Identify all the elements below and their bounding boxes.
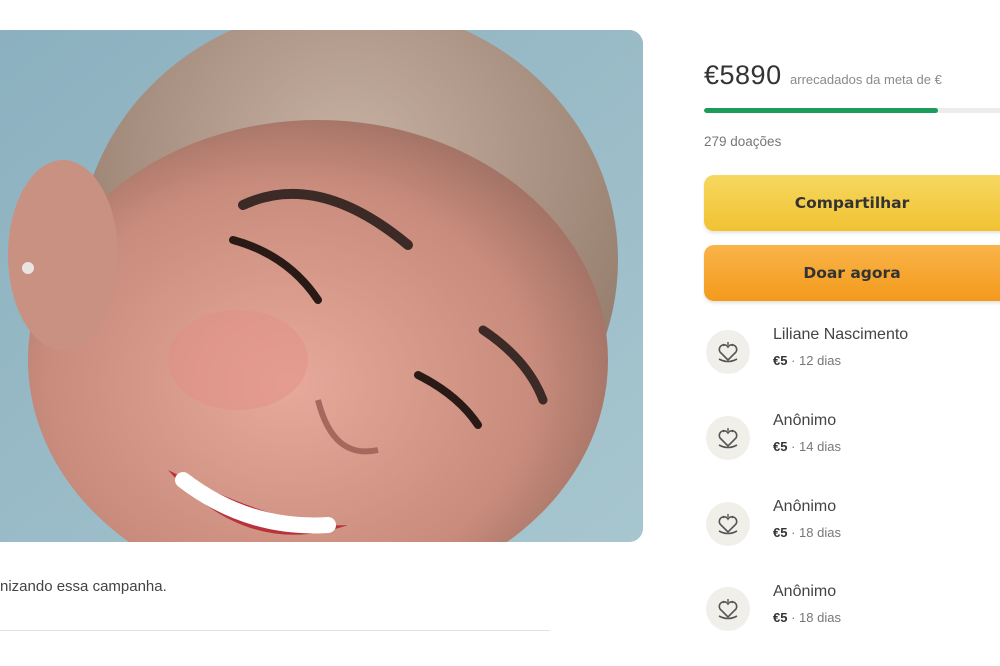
- donor-name: Liliane Nascimento: [773, 326, 909, 343]
- share-button[interactable]: Compartilhar: [704, 175, 1000, 231]
- campaign-photo: [0, 30, 643, 542]
- donor-amount: €5: [773, 525, 788, 540]
- donor-name: Anônimo: [773, 583, 837, 600]
- donor-meta: €5 · 14 dias: [773, 439, 841, 454]
- donor-item: Anônimo €5 · 18 dias: [704, 583, 1000, 647]
- donation-heart-icon: [706, 330, 750, 374]
- donation-heart-icon: [706, 502, 750, 546]
- donor-meta: €5 · 12 dias: [773, 353, 841, 368]
- amount-raised: €5890: [704, 60, 782, 90]
- donor-item: Anônimo €5 · 14 dias: [704, 412, 1000, 476]
- donation-heart-icon: [706, 587, 750, 631]
- divider: [0, 630, 550, 631]
- donor-time: · 12 dias: [787, 353, 841, 368]
- donate-button[interactable]: Doar agora: [704, 245, 1000, 301]
- donor-time: · 18 dias: [787, 610, 841, 625]
- donor-name: Anônimo: [773, 498, 837, 515]
- donor-meta: €5 · 18 dias: [773, 610, 841, 625]
- progress-fill: [704, 108, 938, 113]
- donor-name: Anônimo: [773, 412, 837, 429]
- donor-amount: €5: [773, 610, 788, 625]
- goal-text: arrecadados da meta de €: [790, 72, 942, 87]
- donor-item: Anônimo €5 · 18 dias: [704, 498, 1000, 562]
- donor-item: Liliane Nascimento €5 · 12 dias: [704, 326, 1000, 390]
- donation-sidebar: €5890 arrecadados da meta de € 279 doaçõ…: [704, 0, 1000, 666]
- donor-time: · 18 dias: [787, 525, 841, 540]
- campaign-caption: nizando essa campanha.: [0, 578, 167, 595]
- amount-row: €5890 arrecadados da meta de €: [704, 60, 942, 91]
- donation-heart-icon: [706, 416, 750, 460]
- donations-count: 279 doações: [704, 134, 782, 149]
- donor-time: · 14 dias: [787, 439, 841, 454]
- donor-amount: €5: [773, 353, 788, 368]
- progress-bar: [704, 108, 1000, 113]
- donor-amount: €5: [773, 439, 788, 454]
- donor-meta: €5 · 18 dias: [773, 525, 841, 540]
